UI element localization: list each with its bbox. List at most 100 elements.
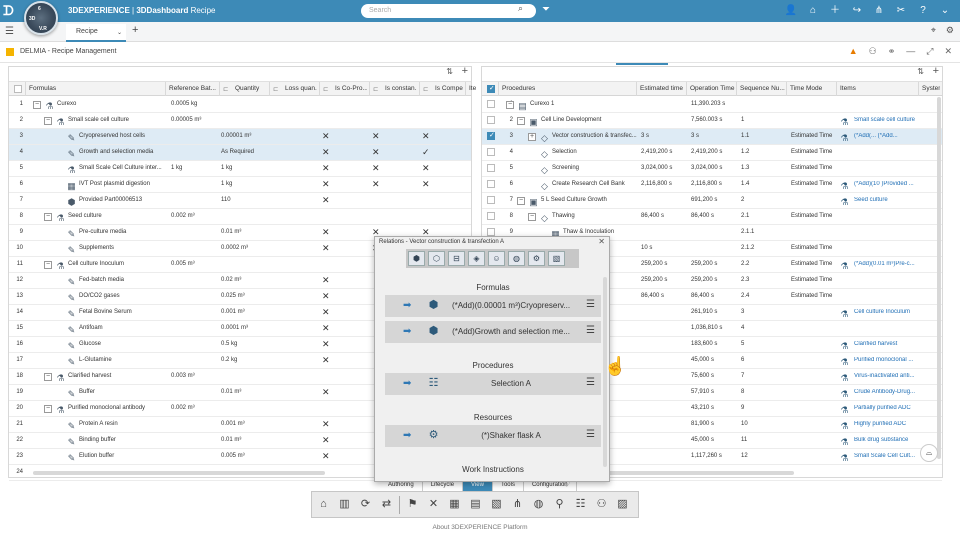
expand-icon[interactable]: ⤢ — [926, 46, 933, 57]
tree-icon[interactable]: ⚲ — [551, 496, 568, 513]
row-checkbox[interactable] — [487, 164, 495, 172]
table-row[interactable]: 1 − ⚗ Curexo 0.0005 kg — [9, 97, 471, 113]
expand-toggle[interactable]: − — [33, 101, 41, 109]
tab-view[interactable]: View — [463, 481, 493, 491]
table-row[interactable]: 8 − ⚗ Seed culture 0.002 m³ — [9, 209, 471, 225]
add-icon[interactable]: ＋ — [824, 3, 846, 19]
chevron-down-icon[interactable]: ⌄ — [934, 3, 956, 19]
ds-logo-icon[interactable]: ᗪ — [3, 4, 17, 18]
column-separator[interactable] — [786, 82, 787, 96]
network-icon[interactable]: ⋔ — [509, 496, 526, 513]
column-separator[interactable] — [836, 82, 837, 96]
swap-icon[interactable]: ⇄ — [378, 496, 395, 513]
col-time-mode-header[interactable]: Time Mode — [790, 85, 836, 92]
col-operation-time-header[interactable]: Operation Time — [690, 85, 736, 92]
table-row[interactable]: 4 ✎ Growth and selection media As Required ✕… — [9, 145, 471, 161]
sort-icon[interactable]: ⇅ — [917, 67, 924, 76]
view-icon[interactable]: ⌖ — [931, 25, 936, 36]
people-icon[interactable]: ⚇ — [593, 496, 610, 513]
col-reference-batch-header[interactable]: Reference Bat... — [169, 85, 217, 92]
item-link[interactable]: Clarified harvest — [854, 341, 940, 347]
col-loss-quantity-header[interactable]: Loss quan... — [285, 85, 317, 92]
add-tab-icon[interactable]: + — [132, 24, 138, 36]
network-icon[interactable]: ⋔ — [868, 3, 890, 19]
row-checkbox[interactable] — [487, 212, 495, 220]
column-separator[interactable] — [319, 82, 320, 96]
database-icon[interactable]: ▥ — [336, 496, 353, 513]
share-icon[interactable]: ↪ — [846, 3, 868, 19]
table-icon[interactable]: ▤ — [467, 496, 484, 513]
expand-toggle[interactable]: + — [528, 133, 536, 141]
item-link[interactable]: Partially purified ADC — [854, 405, 940, 411]
item-link[interactable]: (*Add)(10 )Provided ... — [854, 181, 940, 187]
column-separator[interactable] — [736, 82, 737, 96]
table-row[interactable]: 5 ⚗ Small Scale Cell Culture inter... 1 kg 1… — [9, 161, 471, 177]
document-icon[interactable]: ▨ — [614, 496, 631, 513]
item-link[interactable]: Bulk drug substance — [854, 437, 940, 443]
formula-filter-icon[interactable]: ⬢ — [408, 251, 425, 266]
expand-toggle[interactable]: − — [44, 405, 52, 413]
table-row[interactable]: 2 − ⚗ Small scale cell culture 0.00005 m³ — [9, 113, 471, 129]
menu-icon[interactable]: ☰ — [586, 377, 595, 388]
item-link[interactable]: Cell culture Inoculum — [854, 309, 940, 315]
col-items-header[interactable]: Items — [840, 85, 918, 92]
grid-icon[interactable]: ▦ — [446, 496, 463, 513]
expand-toggle[interactable]: − — [44, 373, 52, 381]
drag-handle[interactable] — [616, 63, 668, 65]
sort-icon[interactable]: ⇅ — [446, 67, 453, 76]
item-link[interactable]: Seed culture — [854, 197, 940, 203]
close-icon[interactable]: ✕ — [598, 237, 605, 246]
add-icon[interactable]: + — [462, 65, 468, 77]
select-all-checkbox[interactable] — [487, 85, 495, 93]
menu-icon[interactable]: ☰ — [5, 26, 14, 37]
search-input[interactable]: Search — [361, 4, 536, 18]
col-is-coproduct-header[interactable]: Is Co-Pro... — [335, 85, 367, 92]
table-row[interactable]: 44◇Selection2,419,200 s2,419,200 s1.2Est… — [482, 145, 942, 161]
column-separator[interactable] — [269, 82, 270, 96]
column-separator[interactable] — [918, 82, 919, 96]
select-all-checkbox[interactable] — [14, 85, 22, 93]
item-link[interactable]: Virus-inactivated anti... — [854, 373, 940, 379]
row-checkbox[interactable] — [487, 196, 495, 204]
table-row[interactable]: 88−◇Thawing86,400 s86,400 s2.1Estimated … — [482, 209, 942, 225]
column-separator[interactable] — [498, 82, 499, 96]
globe-icon[interactable]: ◍ — [530, 496, 547, 513]
relation-formula-2[interactable]: ➡ ⬢ (*Add)Growth and selection me... ☰ — [385, 321, 601, 343]
expand-toggle[interactable]: − — [528, 213, 536, 221]
expand-toggle[interactable]: − — [517, 197, 525, 205]
delete-icon[interactable]: ✕ — [425, 496, 442, 513]
col-quantity-header[interactable]: Quantity — [235, 85, 267, 92]
col-system-header[interactable]: System C — [922, 85, 940, 92]
row-checkbox[interactable] — [487, 100, 495, 108]
row-checkbox[interactable] — [487, 228, 495, 236]
expand-toggle[interactable]: − — [506, 101, 514, 109]
item-link[interactable]: (*Add(... (*Add... — [854, 133, 940, 139]
refresh-icon[interactable]: ⟳ — [357, 496, 374, 513]
horizontal-scrollbar[interactable] — [33, 471, 325, 475]
item-link[interactable]: Crude Antibody-Drug... — [854, 389, 940, 395]
tab-lifecycle[interactable]: Lifecycle — [423, 481, 464, 491]
item-link[interactable]: Purified monoclonal ... — [854, 357, 940, 363]
table-row[interactable]: 55◇Screening3,024,000 s3,024,000 s1.3Est… — [482, 161, 942, 177]
row-checkbox[interactable] — [487, 148, 495, 156]
person-filter-icon[interactable]: ☺ — [488, 251, 505, 266]
relation-formula-1[interactable]: ➡ ⬢ (*Add)(0.00001 m³)Cryopreserv... ☰ — [385, 295, 601, 317]
item-link[interactable]: Highly purified ADC — [854, 421, 940, 427]
row-checkbox[interactable] — [487, 180, 495, 188]
tab-authoring[interactable]: Authoring — [380, 481, 423, 491]
chevron-down-icon[interactable]: ⌄ — [117, 29, 122, 36]
expand-toggle[interactable]: − — [44, 213, 52, 221]
chat-icon[interactable]: ⌓ — [920, 444, 938, 462]
column-separator[interactable] — [636, 82, 637, 96]
settings-icon[interactable]: ⚙ — [946, 25, 954, 36]
table-row[interactable]: 77−▣5 L Seed Culture Growth691,200 s2⚗Se… — [482, 193, 942, 209]
expand-toggle[interactable]: − — [44, 117, 52, 125]
table-row[interactable]: 11−▤Curexo 111,390.203 s — [482, 97, 942, 113]
table-row[interactable]: 6 ▦ IVT Post plasmid digestion 1 kg ✕ ✕ ✕ — [9, 177, 471, 193]
column-separator[interactable] — [686, 82, 687, 96]
hierarchy-icon[interactable]: ⚑ — [404, 496, 421, 513]
table-row[interactable]: 33+◇Vector construction & transfec...3 s… — [482, 129, 942, 145]
item-filter-icon[interactable]: ◈ — [468, 251, 485, 266]
globe-filter-icon[interactable]: ◍ — [508, 251, 525, 266]
tools-icon[interactable]: ✂ — [890, 3, 912, 19]
